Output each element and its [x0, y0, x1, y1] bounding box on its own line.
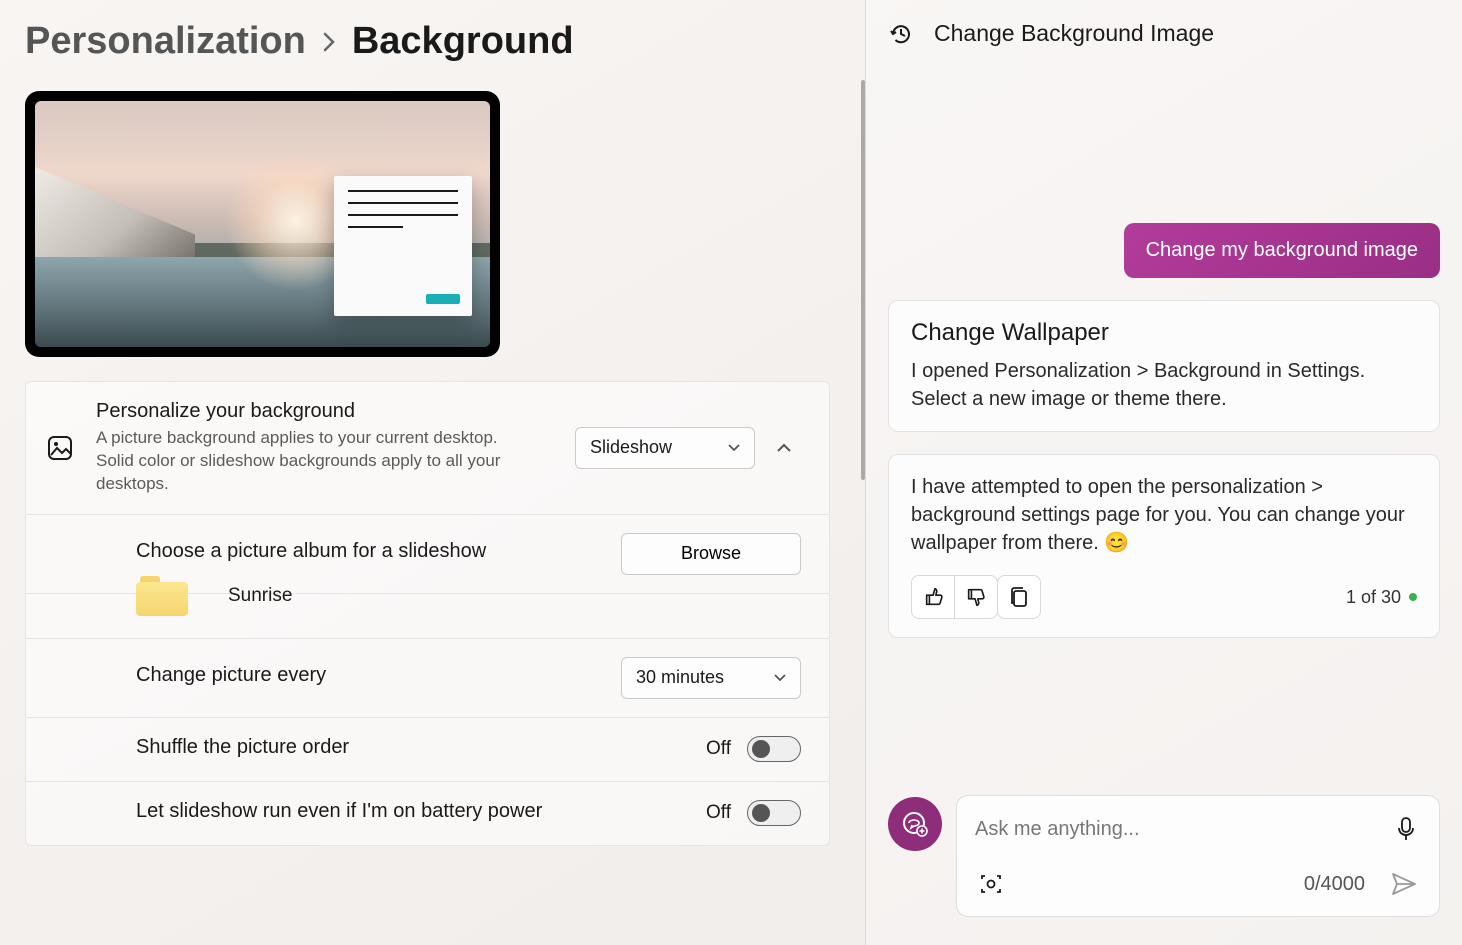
- feedback-group: [911, 575, 998, 619]
- assistant-followup: I have attempted to open the personaliza…: [888, 454, 1440, 638]
- collapse-button[interactable]: [777, 443, 801, 453]
- setting-change-interval: Change picture every 30 minutes: [26, 639, 829, 718]
- chevron-down-icon: [774, 674, 786, 682]
- screenshot-button[interactable]: [975, 868, 1007, 900]
- thumbs-down-button[interactable]: [954, 575, 998, 619]
- toggle-label: Off: [706, 802, 731, 824]
- chevron-right-icon: [322, 32, 336, 52]
- setting-title: Change picture every: [136, 664, 599, 687]
- copilot-header: Change Background Image: [888, 20, 1440, 47]
- breadcrumb: Personalization Background: [25, 20, 865, 63]
- copilot-panel: Change Background Image Change my backgr…: [865, 0, 1462, 945]
- user-message: Change my background image: [1124, 223, 1440, 278]
- setting-shuffle: Shuffle the picture order Off: [26, 718, 829, 782]
- settings-list: Personalize your background A picture ba…: [25, 381, 830, 846]
- breadcrumb-current: Background: [352, 20, 574, 63]
- browse-button[interactable]: Browse: [621, 533, 801, 575]
- char-count: 0/4000: [1304, 873, 1365, 896]
- chevron-down-icon: [728, 444, 740, 452]
- composer: 0/4000: [956, 795, 1440, 917]
- card-body: I opened Personalization > Background in…: [911, 357, 1417, 413]
- breadcrumb-parent[interactable]: Personalization: [25, 20, 306, 63]
- interval-select[interactable]: 30 minutes: [621, 657, 801, 699]
- assistant-card: Change Wallpaper I opened Personalizatio…: [888, 300, 1440, 432]
- copilot-title: Change Background Image: [934, 20, 1214, 47]
- conversation: Change my background image Change Wallpa…: [888, 73, 1440, 771]
- settings-panel: Personalization Background Personalize y…: [0, 0, 865, 945]
- mic-button[interactable]: [1391, 812, 1421, 846]
- new-chat-button[interactable]: [888, 797, 942, 851]
- setting-title: Choose a picture album for a slideshow: [136, 540, 599, 563]
- shuffle-toggle[interactable]: [747, 736, 801, 762]
- preview-window: [334, 176, 472, 316]
- folder-label: Sunrise: [228, 585, 292, 607]
- card-title: Change Wallpaper: [911, 319, 1417, 347]
- setting-title: Let slideshow run even if I'm on battery…: [136, 800, 684, 823]
- setting-desc: A picture background applies to your cur…: [96, 427, 516, 496]
- picture-icon: [46, 434, 74, 462]
- followup-text: I have attempted to open the personaliza…: [911, 473, 1417, 557]
- response-counter: 1 of 30: [1346, 587, 1417, 608]
- toggle-label: Off: [706, 738, 731, 760]
- send-button[interactable]: [1387, 868, 1421, 900]
- album-folder[interactable]: Sunrise: [26, 576, 829, 639]
- setting-title: Shuffle the picture order: [136, 736, 684, 759]
- history-icon[interactable]: [888, 21, 914, 47]
- setting-battery: Let slideshow run even if I'm on battery…: [26, 782, 829, 845]
- status-dot-icon: [1409, 593, 1417, 601]
- desktop-preview: [25, 91, 500, 357]
- setting-personalize-background: Personalize your background A picture ba…: [26, 382, 829, 515]
- scrollbar[interactable]: [861, 80, 865, 480]
- chat-input[interactable]: [975, 818, 1354, 841]
- copy-button[interactable]: [997, 575, 1041, 619]
- folder-icon: [136, 576, 188, 616]
- setting-title: Personalize your background: [96, 400, 553, 423]
- background-type-select[interactable]: Slideshow: [575, 427, 755, 469]
- battery-toggle[interactable]: [747, 800, 801, 826]
- thumbs-up-button[interactable]: [911, 575, 955, 619]
